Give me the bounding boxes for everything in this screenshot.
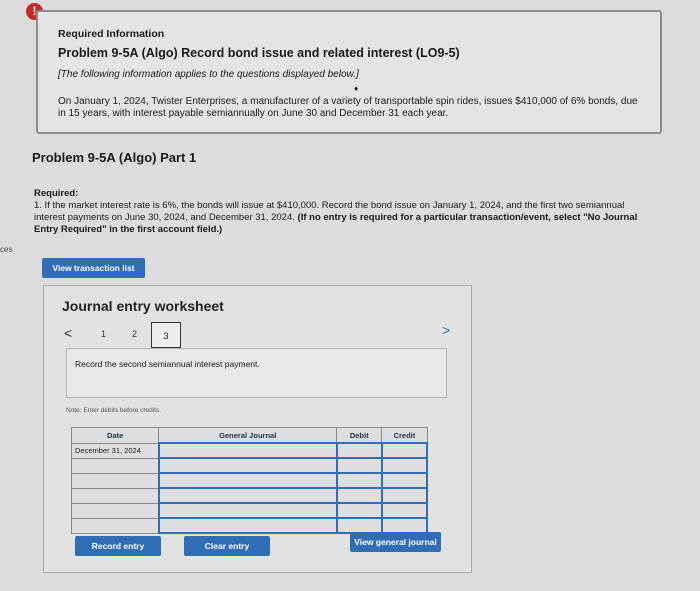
table-row: [70, 487, 429, 504]
worksheet-title: Journal entry worksheet: [62, 298, 224, 314]
required-information-panel: Required Information Problem 9-5A (Algo)…: [36, 10, 662, 134]
debit-input[interactable]: [335, 457, 383, 474]
clear-entry-button[interactable]: Clear entry: [184, 536, 270, 556]
problem-description: On January 1, 2024, Twister Enterprises,…: [58, 96, 638, 119]
debit-header: Debit: [336, 427, 383, 444]
page-1-tab[interactable]: 1: [101, 329, 106, 339]
required-section: Required: 1. If the market interest rate…: [34, 188, 654, 236]
record-entry-button[interactable]: Record entry: [75, 536, 161, 556]
problem-heading: Problem 9-5A (Algo) Record bond issue an…: [58, 46, 460, 60]
diamond-icon: ♦: [354, 84, 359, 93]
account-input[interactable]: [157, 472, 338, 489]
table-row: [70, 502, 429, 519]
account-input[interactable]: [157, 457, 338, 474]
date-cell: [70, 457, 160, 474]
info-title: Required Information: [58, 28, 165, 40]
credit-input[interactable]: [380, 487, 429, 504]
table-row: [70, 472, 429, 489]
info-note: [The following information applies to th…: [58, 69, 359, 80]
debit-input[interactable]: [335, 472, 383, 489]
part-title: Problem 9-5A (Algo) Part 1: [32, 150, 197, 165]
table-row: [70, 517, 429, 534]
date-header: Date: [70, 427, 160, 444]
debit-input[interactable]: [335, 442, 383, 459]
page-3-tab[interactable]: 3: [151, 322, 181, 348]
credit-input[interactable]: [380, 502, 429, 519]
view-transaction-list-button[interactable]: View transaction list: [42, 258, 145, 278]
credit-header: Credit: [381, 427, 428, 444]
table-row: December 31, 2024: [70, 442, 429, 459]
credit-input[interactable]: [380, 517, 429, 534]
general-journal-header: General Journal: [158, 427, 338, 444]
credit-input[interactable]: [380, 442, 429, 459]
account-input[interactable]: [157, 502, 338, 519]
date-cell: [70, 487, 160, 504]
view-general-journal-button[interactable]: View general journal: [350, 532, 441, 552]
date-cell: December 31, 2024: [70, 442, 160, 459]
date-cell: [70, 472, 160, 489]
transaction-description-box: Record the second semiannual interest pa…: [66, 348, 447, 398]
page-2-tab[interactable]: 2: [132, 329, 137, 339]
required-heading: Required:: [34, 188, 79, 199]
table-row: [70, 457, 429, 474]
account-input[interactable]: [157, 442, 338, 459]
credit-input[interactable]: [380, 457, 429, 474]
prev-arrow-icon[interactable]: <: [64, 325, 72, 341]
entry-note: Note: Enter debits before credits.: [66, 407, 162, 414]
date-cell: [70, 502, 160, 519]
journal-table: Date General Journal Debit Credit Decemb…: [70, 427, 429, 534]
account-input[interactable]: [157, 517, 338, 534]
next-arrow-icon[interactable]: >: [442, 322, 450, 338]
account-input[interactable]: [157, 487, 338, 504]
side-label: ces: [0, 245, 13, 254]
transaction-description: Record the second semiannual interest pa…: [75, 359, 260, 369]
debit-input[interactable]: [335, 517, 383, 534]
table-header-row: Date General Journal Debit Credit: [70, 427, 428, 444]
debit-input[interactable]: [335, 487, 383, 504]
credit-input[interactable]: [380, 472, 429, 489]
date-cell: [70, 517, 160, 534]
debit-input[interactable]: [335, 502, 383, 519]
journal-entry-worksheet: Journal entry worksheet < 1 2 3 > Record…: [43, 285, 472, 573]
